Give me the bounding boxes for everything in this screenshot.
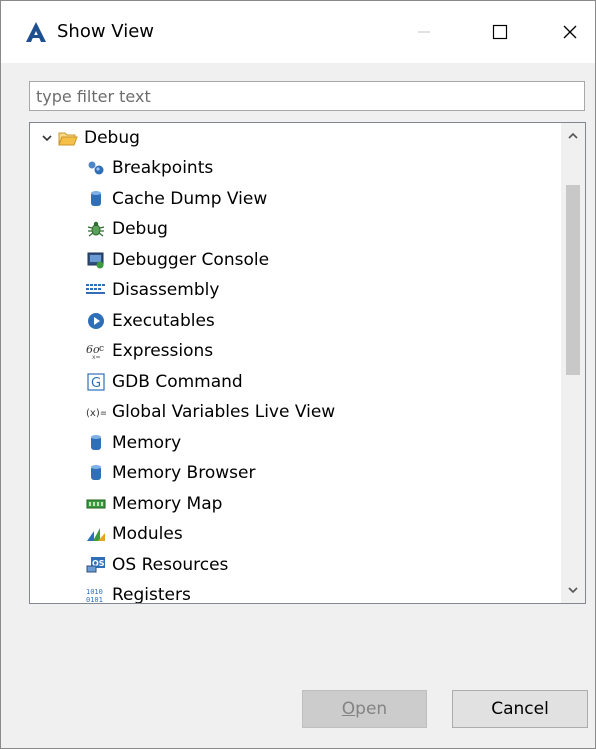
svg-text:(x)=: (x)= [86,408,106,419]
title-bar: Show View [1,1,595,63]
tree-item-label: Memory Map [112,494,223,514]
minimize-button[interactable] [401,15,447,49]
tree-item-registers[interactable]: 1010 0101 Registers [86,580,191,604]
tree-item-label: Expressions [112,341,214,361]
executables-icon [86,311,106,331]
tree-group-debug[interactable]: Debug [40,123,140,153]
memory-cylinder-icon [86,463,106,483]
os-resources-icon: OS [86,555,106,575]
bug-icon [86,219,106,239]
svg-text:1010: 1010 [86,588,103,596]
tree-item-modules[interactable]: Modules [86,519,183,549]
tree-item-label: Registers [112,585,191,604]
open-button[interactable]: Open [302,690,427,728]
tree-item-label: Breakpoints [112,158,214,178]
tree-item-debug[interactable]: Debug [86,214,168,244]
tree-item-label: Cache Dump View [112,189,268,209]
scroll-up-arrow-icon[interactable] [564,127,582,145]
tree-item-label: Executables [112,311,215,331]
cancel-button[interactable]: Cancel [452,690,588,728]
close-button[interactable] [547,15,593,49]
expressions-icon: 6 o c x= [86,341,106,361]
tree-group-label: Debug [84,128,140,148]
breakpoints-icon [86,158,106,178]
tree-item-label: OS Resources [112,555,229,575]
tree-item-expressions[interactable]: 6 o c x= Expressions [86,336,213,366]
open-button-mnemonic: O [341,699,356,719]
modules-icon [86,524,106,544]
tree-item-label: Disassembly [112,280,220,300]
tree-item-label: GDB Command [112,372,243,392]
tree-item-executables[interactable]: Executables [86,306,215,336]
tree-item-breakpoints[interactable]: Breakpoints [86,153,213,183]
maximize-button[interactable] [477,15,523,49]
memory-map-icon [86,494,106,514]
tree-item-label: Memory [112,433,182,453]
tree-scrollbar[interactable] [561,123,585,603]
close-icon [563,25,577,39]
tree-item-os-resources[interactable]: OS OS Resources [86,550,228,580]
tree-item-cache-dump-view[interactable]: Cache Dump View [86,184,267,214]
view-tree[interactable]: Debug Breakpoints Cache Dump View Debug [29,122,586,604]
svg-text:c: c [99,344,104,354]
svg-text:0101: 0101 [86,596,103,603]
disassembly-icon [86,280,106,300]
registers-icon: 1010 0101 [86,585,106,603]
folder-open-icon [58,128,78,148]
tree-item-gdb-command[interactable]: G GDB Command [86,367,243,397]
app-logo-icon [25,21,47,43]
window-title: Show View [57,21,155,42]
scroll-down-arrow-icon[interactable] [564,581,582,599]
scrollbar-thumb[interactable] [566,185,580,375]
tree-item-label: Modules [112,524,183,544]
minimize-icon [418,31,430,33]
memory-cylinder-icon [86,189,106,209]
show-view-dialog: Show View Debug [0,0,596,749]
tree-item-label: Global Variables Live View [112,402,336,422]
tree-item-label: Debugger Console [112,250,270,270]
open-button-label: pen [355,699,388,719]
svg-text:G: G [91,376,101,391]
maximize-icon [492,24,508,40]
console-icon [86,250,106,270]
tree-item-disassembly[interactable]: Disassembly [86,275,219,305]
tree-item-debugger-console[interactable]: Debugger Console [86,245,269,275]
tree-item-memory-browser[interactable]: Memory Browser [86,458,255,488]
tree-item-memory[interactable]: Memory [86,428,181,458]
tree-item-memory-map[interactable]: Memory Map [86,489,222,519]
chevron-down-icon[interactable] [40,128,54,148]
gdb-icon: G [86,372,106,392]
tree-item-global-variables-live-view[interactable]: (x)= Global Variables Live View [86,397,335,427]
tree-item-label: Debug [112,219,168,239]
variables-icon: (x)= [86,402,106,422]
tree-item-label: Memory Browser [112,463,256,483]
filter-input[interactable] [29,81,585,111]
svg-text:x=: x= [92,354,101,360]
memory-cylinder-icon [86,433,106,453]
